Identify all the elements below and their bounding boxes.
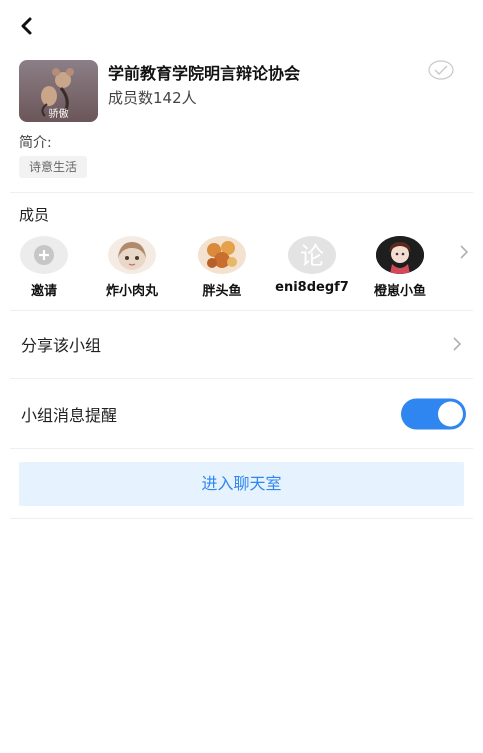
- invite-member-button[interactable]: 邀请: [4, 236, 84, 299]
- avatar-caption: 骄傲: [48, 109, 69, 120]
- member-name: 邀请: [30, 284, 57, 299]
- member-name: 胖头鱼: [202, 284, 242, 299]
- chevron-right-icon[interactable]: [457, 242, 471, 262]
- members-section-title: 成员: [19, 206, 50, 224]
- member-count: 成员数142人: [108, 89, 197, 107]
- back-button[interactable]: [14, 12, 42, 40]
- member-avatar: [198, 236, 246, 274]
- member-item[interactable]: 炸小肉丸: [92, 236, 172, 299]
- share-group-label: 分享该小组: [21, 336, 102, 355]
- divider: [10, 192, 473, 193]
- member-avatar: [376, 236, 424, 274]
- group-name: 学前教育学院明言辩论协会: [108, 64, 301, 83]
- member-item[interactable]: 胖头鱼: [182, 236, 262, 299]
- members-list: 邀请 炸小肉丸 胖头鱼 论 eni8degf7 橙崽小鱼: [10, 236, 471, 299]
- member-avatar: [108, 236, 156, 274]
- enter-chatroom-button[interactable]: 进入聊天室: [19, 462, 464, 506]
- share-group-row[interactable]: 分享该小组: [0, 314, 483, 374]
- intro-tag: 诗意生活: [19, 156, 88, 178]
- group-notify-label: 小组消息提醒: [21, 406, 118, 425]
- check-circle-icon: [428, 60, 454, 80]
- chevron-right-icon: [453, 337, 462, 351]
- group-header: 骄傲 学前教育学院明言辩论协会 成员数142人: [19, 60, 465, 124]
- divider: [10, 448, 473, 449]
- member-name: eni8degf7: [275, 280, 349, 295]
- group-avatar: 骄傲: [19, 60, 98, 122]
- divider: [10, 310, 473, 311]
- add-icon: [20, 236, 68, 274]
- group-notify-row: 小组消息提醒: [0, 384, 483, 444]
- intro-label: 简介:: [19, 135, 52, 151]
- member-name: 橙崽小鱼: [373, 284, 426, 299]
- member-item[interactable]: 橙崽小鱼: [360, 236, 440, 299]
- divider: [10, 378, 473, 379]
- toggle-knob: [438, 401, 463, 427]
- member-name: 炸小肉丸: [105, 284, 158, 299]
- back-arrow-icon: [21, 17, 32, 35]
- member-avatar: 论: [288, 236, 336, 274]
- svg-text:论: 论: [300, 242, 324, 270]
- group-notify-toggle[interactable]: [401, 398, 466, 430]
- member-item[interactable]: 论 eni8degf7: [272, 236, 352, 295]
- divider: [10, 518, 473, 519]
